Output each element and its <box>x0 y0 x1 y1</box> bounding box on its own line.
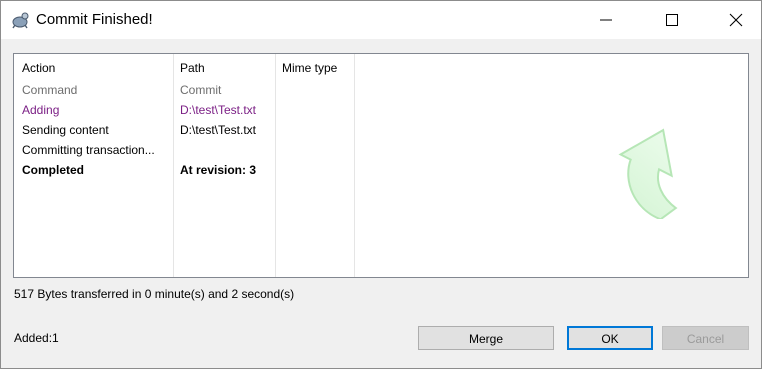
row-path[interactable]: D:\test\Test.txt <box>180 103 256 117</box>
row-action[interactable]: Completed <box>22 163 84 177</box>
row-action[interactable]: Sending content <box>22 123 109 137</box>
maximize-icon <box>666 14 678 26</box>
added-count: Added:1 <box>14 331 59 345</box>
close-icon <box>729 13 743 27</box>
column-header-action[interactable]: Action <box>22 61 55 75</box>
minimize-icon <box>600 19 612 21</box>
transfer-status: 517 Bytes transferred in 0 minute(s) and… <box>14 287 295 301</box>
title-bar[interactable]: Commit Finished! <box>1 1 761 39</box>
ok-button[interactable]: OK <box>567 326 653 350</box>
window-title: Commit Finished! <box>36 11 153 28</box>
column-divider <box>354 54 355 277</box>
dialog-window: Commit Finished! Action Path Mime type C… <box>0 0 762 369</box>
column-header-mime-type[interactable]: Mime type <box>282 61 337 75</box>
tortoise-icon <box>10 10 30 30</box>
row-path[interactable]: At revision: 3 <box>180 163 256 177</box>
cancel-button[interactable]: Cancel <box>662 326 749 350</box>
maximize-button[interactable] <box>647 1 697 39</box>
row-path[interactable]: Commit <box>180 83 221 97</box>
minimize-button[interactable] <box>581 1 631 39</box>
row-action[interactable]: Adding <box>22 103 59 117</box>
column-header-path[interactable]: Path <box>180 61 205 75</box>
close-button[interactable] <box>711 1 761 39</box>
merge-button[interactable]: Merge <box>418 326 554 350</box>
green-curved-arrow-icon <box>618 128 678 219</box>
row-path[interactable]: D:\test\Test.txt <box>180 123 256 137</box>
row-action[interactable]: Committing transaction... <box>22 143 155 157</box>
column-divider <box>275 54 276 277</box>
row-action[interactable]: Command <box>22 83 77 97</box>
column-divider <box>173 54 174 277</box>
